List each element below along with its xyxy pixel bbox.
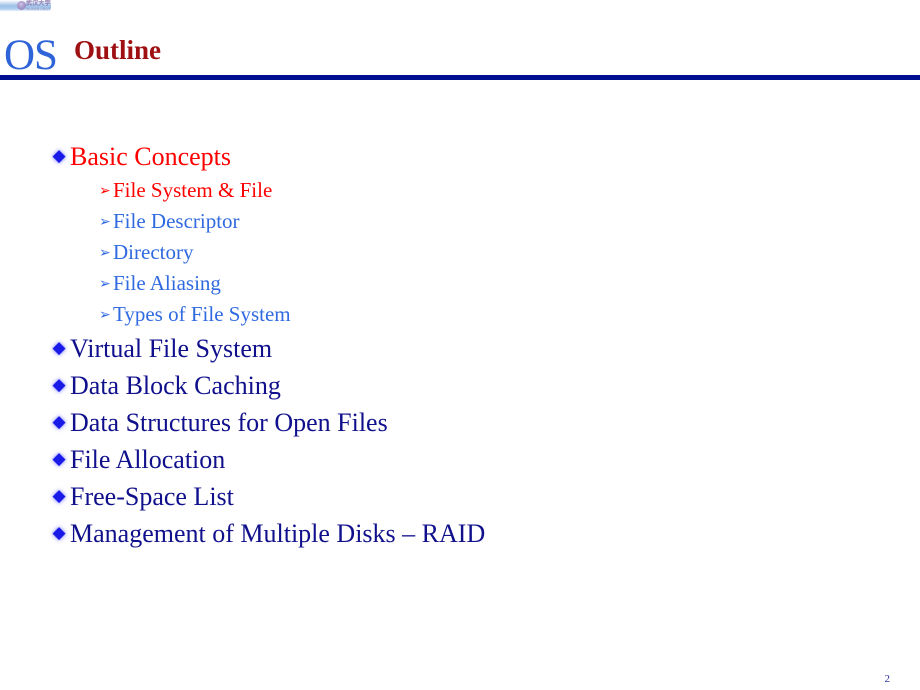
outline-item-level1[interactable]: ◆ Free-Space List bbox=[0, 480, 920, 517]
diamond-bullet-icon: ◆ bbox=[52, 338, 66, 358]
arrow-bullet-icon: ➢ bbox=[99, 276, 111, 292]
slide-canvas: 武汉大学 WUHAN UNIVERSITY OS Outline ◆Basic … bbox=[0, 0, 920, 690]
outline-subitem-label: File Descriptor bbox=[113, 209, 240, 233]
outline-item-label: Basic Concepts bbox=[70, 142, 232, 171]
banner-subwordmark: WUHAN UNIVERSITY bbox=[26, 6, 51, 11]
outline-item-label: File Allocation bbox=[70, 445, 226, 474]
outline-item-label: Free-Space List bbox=[70, 482, 234, 511]
diamond-bullet-icon: ◆ bbox=[52, 412, 66, 432]
outline-subitem-label: File System & File bbox=[113, 178, 273, 202]
outline-item-level2[interactable]: ➢ File Aliasing bbox=[0, 270, 920, 301]
page-title: Outline bbox=[74, 35, 162, 65]
arrow-bullet-icon: ➢ bbox=[99, 245, 111, 261]
outline-item-level1[interactable]: ◆ Data Structures for Open Files bbox=[0, 406, 920, 443]
diamond-bullet-icon: ◆ bbox=[52, 486, 66, 506]
university-emblem-icon bbox=[17, 1, 26, 10]
outline-item-level2[interactable]: ➢ Directory bbox=[0, 239, 920, 270]
outline-item-level1[interactable]: ◆ Basic Concepts bbox=[0, 140, 920, 177]
outline-item-level1[interactable]: ◆ Data Block Caching bbox=[0, 369, 920, 406]
arrow-bullet-icon: ➢ bbox=[99, 214, 111, 230]
outline-item-level1[interactable]: ◆ Virtual File System bbox=[0, 332, 920, 369]
page-number: 2 bbox=[884, 673, 891, 685]
outline-subitem-label: Directory bbox=[113, 240, 194, 264]
outline-subitem-label: File Aliasing bbox=[113, 271, 221, 295]
outline-item-level1[interactable]: ◆ Management of Multiple Disks – RAID bbox=[0, 517, 920, 554]
outline-item-label: Data Block Caching bbox=[70, 371, 281, 400]
diamond-bullet-icon: ◆ bbox=[52, 523, 66, 543]
institution-banner: 武汉大学 WUHAN UNIVERSITY bbox=[0, 0, 51, 11]
outline-list: ◆ Basic Concepts ➢ File System & File ➢ File … bbox=[0, 140, 920, 554]
diamond-bullet-icon: ◆ bbox=[52, 375, 66, 395]
outline-subitem-label: Types of File System bbox=[113, 302, 291, 326]
arrow-bullet-icon: ➢ bbox=[99, 307, 111, 323]
outline-item-label: Data Structures for Open Files bbox=[70, 408, 388, 437]
outline-item-level2[interactable]: ➢ Types of File System bbox=[0, 301, 920, 332]
outline-item-label: Management of Multiple Disks – RAID bbox=[70, 519, 486, 548]
outline-item-level1[interactable]: ◆ File Allocation bbox=[0, 443, 920, 480]
arrow-bullet-icon: ➢ bbox=[99, 183, 111, 199]
diamond-bullet-icon: ◆ bbox=[52, 449, 66, 469]
outline-item-level2[interactable]: ➢ File Descriptor bbox=[0, 208, 920, 239]
diamond-bullet-icon: ◆ bbox=[52, 146, 66, 166]
outline-item-level2[interactable]: ➢ File System & File bbox=[0, 177, 920, 208]
outline-item-label: Virtual File System bbox=[70, 334, 273, 363]
header-divider bbox=[0, 75, 920, 80]
course-mark: OS bbox=[4, 32, 58, 79]
